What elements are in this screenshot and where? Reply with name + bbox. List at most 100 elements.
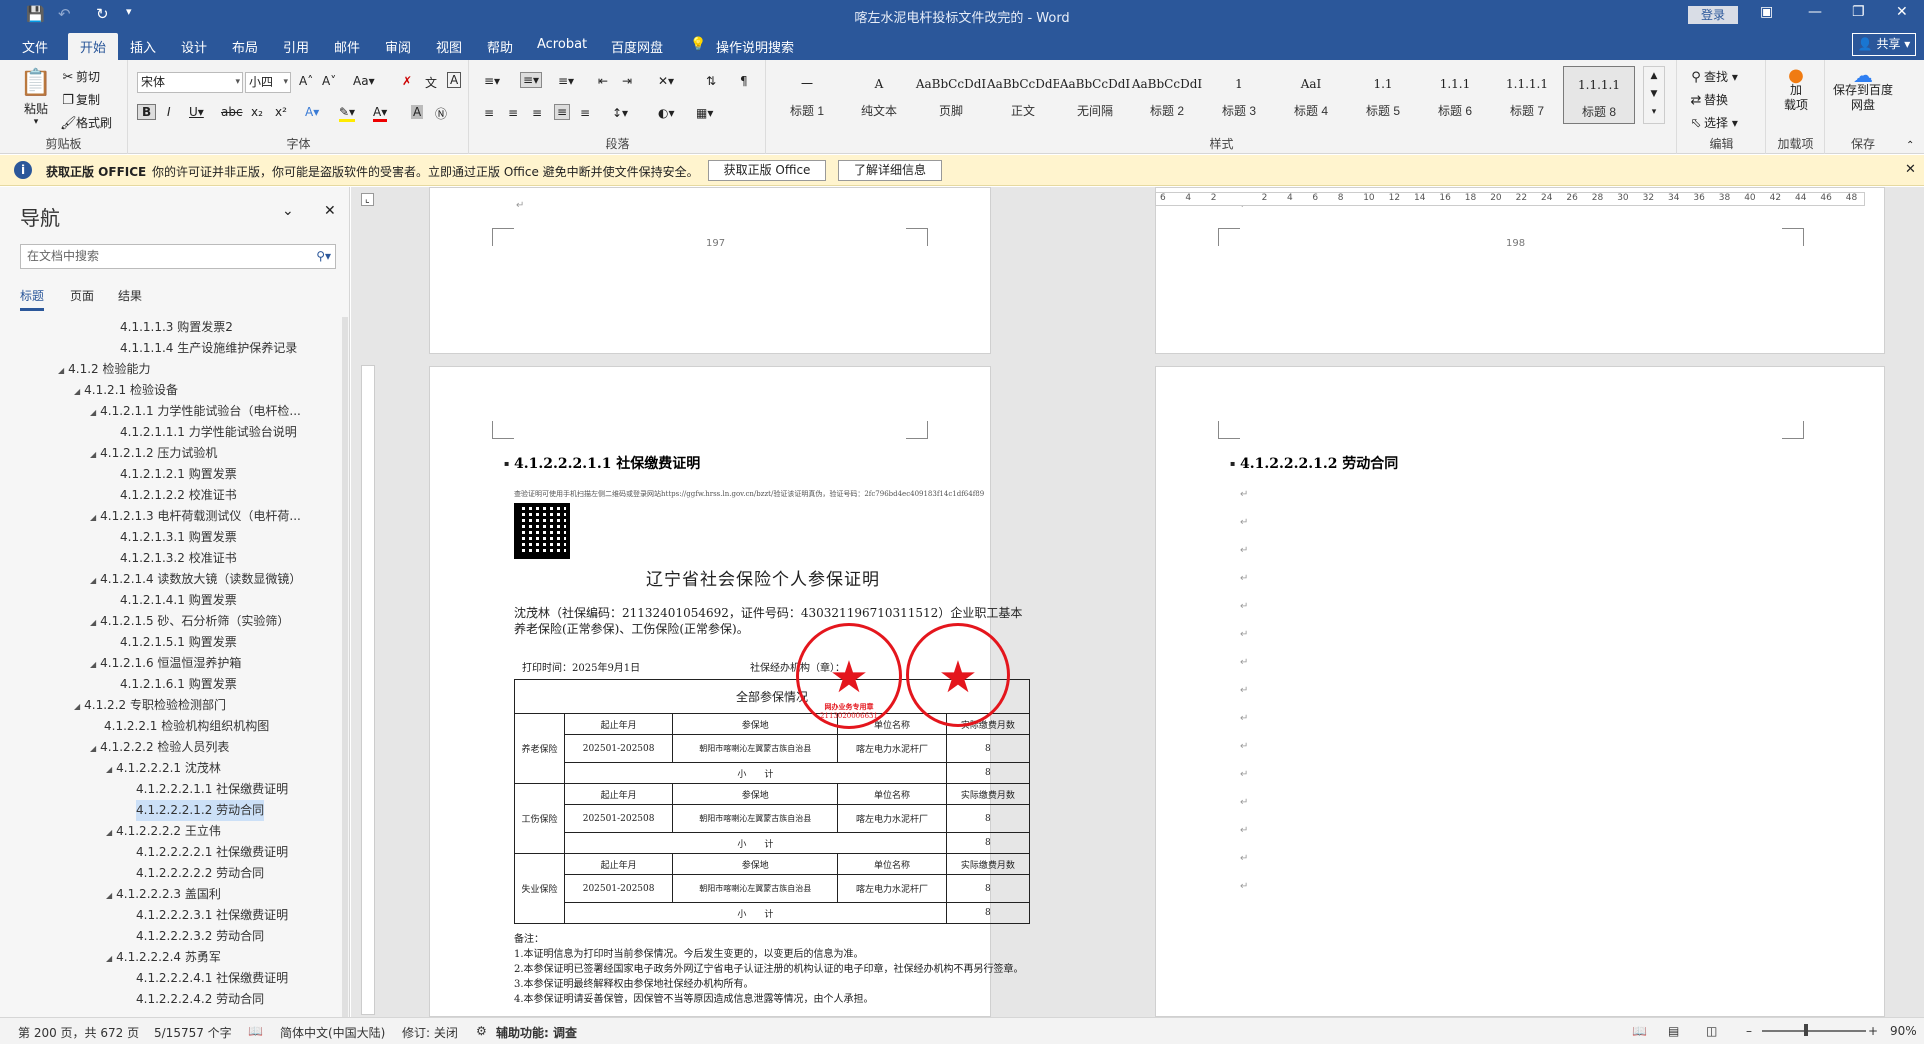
nav-heading-item[interactable]: ◢ 4.1.2.2.2.1 沈茂林 [106, 758, 221, 779]
borders-icon[interactable]: ▦▾ [696, 106, 713, 120]
print-layout-icon[interactable]: ▤ [1668, 1024, 1679, 1038]
tab-layout[interactable]: 布局 [232, 37, 258, 56]
word-count[interactable]: 5/15757 个字 [154, 1024, 232, 1041]
collapse-triangle-icon[interactable]: ◢ [90, 660, 96, 669]
nav-heading-item[interactable]: ◢ 4.1.2.2.2.4 苏勇军 [106, 947, 221, 968]
tab-references[interactable]: 引用 [283, 37, 309, 56]
select-button[interactable]: ⬁ 选择 ▾ [1688, 114, 1738, 132]
nav-heading-item[interactable]: 4.1.2.2.2.4.1 社保缴费证明 [136, 968, 288, 989]
style-item[interactable]: 1.1.1.1 标题 8 [1563, 66, 1635, 124]
learn-more-button[interactable]: 了解详细信息 [838, 160, 942, 181]
nav-heading-item[interactable]: ◢ 4.1.2.2.2.2 王立伟 [106, 821, 221, 842]
enclose-char-icon[interactable]: Ⓝ [435, 105, 447, 122]
ribbon-display-icon[interactable]: ▣ [1760, 4, 1773, 20]
distributed-icon[interactable]: ≡ [580, 106, 590, 120]
phonetic-guide-icon[interactable]: 文 [425, 74, 437, 91]
nav-heading-item[interactable]: ◢ 4.1.2.1.1 力学性能试验台（电杆检... [90, 401, 301, 422]
style-item[interactable]: AaI 标题 4 [1275, 66, 1347, 124]
collapse-triangle-icon[interactable]: ◢ [90, 618, 96, 627]
proofing-icon[interactable]: 📖 [248, 1024, 263, 1038]
text-effects-icon[interactable]: A▾ [305, 105, 319, 119]
tell-me-search[interactable]: 操作说明搜索 [716, 37, 794, 56]
vertical-scrollbar[interactable] [1894, 187, 1924, 1017]
zoom-level[interactable]: 90% [1890, 1024, 1917, 1038]
nav-heading-item[interactable]: ◢ 4.1.2.1.3 电杆荷载测试仪（电杆荷... [90, 506, 301, 527]
show-marks-icon[interactable]: ¶ [740, 74, 748, 88]
char-shading-icon[interactable]: A [411, 105, 424, 119]
style-item[interactable]: 1.1.1.1 标题 7 [1491, 66, 1563, 124]
web-layout-icon[interactable]: ◫ [1706, 1024, 1717, 1038]
collapse-ribbon-icon[interactable]: ⌃ [1906, 140, 1914, 151]
asian-layout-icon[interactable]: ✕▾ [658, 74, 674, 88]
tab-design[interactable]: 设计 [181, 37, 207, 56]
tab-selector[interactable]: ⌞ [361, 193, 374, 206]
nav-heading-item[interactable]: 4.1.2.1.5.1 购置发票 [120, 632, 237, 653]
nav-heading-item[interactable]: ◢ 4.1.2.1.6 恒温恒湿养护箱 [90, 653, 241, 674]
nav-heading-item[interactable]: 4.1.2.2.2.2.2 劳动合同 [136, 863, 264, 884]
search-icon[interactable]: ⚲▾ [316, 245, 331, 268]
font-color-icon[interactable]: A▾ [373, 105, 388, 122]
zoom-in-icon[interactable]: + [1868, 1024, 1878, 1038]
nav-heading-item[interactable]: 4.1.2.2.2.3.2 劳动合同 [136, 926, 264, 947]
cut-button[interactable]: ✂ 剪切 [60, 68, 100, 86]
restore-icon[interactable]: ❐ [1852, 4, 1865, 20]
align-left-icon[interactable]: ≡ [484, 106, 494, 120]
nav-tab-results[interactable]: 结果 [118, 287, 142, 304]
collapse-triangle-icon[interactable]: ◢ [106, 954, 112, 963]
decrease-indent-icon[interactable]: ⇤ [598, 74, 608, 88]
track-changes[interactable]: 修订: 关闭 [402, 1024, 458, 1041]
accessibility-icon[interactable]: ⚙ [476, 1024, 487, 1038]
grow-font-icon[interactable]: A˄ [299, 74, 313, 88]
sort-icon[interactable]: ⇅ [706, 74, 716, 88]
language[interactable]: 简体中文(中国大陆) [280, 1024, 385, 1041]
underline-icon[interactable]: U▾ [189, 105, 204, 119]
format-painter-button[interactable]: 🖌格式刷 [60, 114, 112, 132]
nav-heading-item[interactable]: 4.1.1.1.3 购置发票2 [120, 317, 233, 338]
nav-heading-item[interactable]: 4.1.2.2.2.1.2 劳动合同 [136, 800, 265, 821]
shrink-font-icon[interactable]: A˅ [322, 74, 336, 88]
collapse-triangle-icon[interactable]: ◢ [90, 744, 96, 753]
align-right-icon[interactable]: ≡ [532, 106, 542, 120]
nav-heading-item[interactable]: ◢ 4.1.2.1.5 砂、石分析筛（实验筛） [90, 611, 289, 632]
tab-insert[interactable]: 插入 [130, 37, 156, 56]
nav-heading-item[interactable]: 4.1.2.1.2.1 购置发票 [120, 464, 237, 485]
nav-heading-item[interactable]: 4.1.2.1.3.2 校准证书 [120, 548, 237, 569]
strikethrough-icon[interactable]: abc [221, 105, 243, 119]
bullets-icon[interactable]: ≡▾ [484, 74, 500, 88]
nav-heading-item[interactable]: 4.1.2.2.2.2.1 社保缴费证明 [136, 842, 288, 863]
subscript-icon[interactable]: x₂ [251, 105, 263, 119]
page-count[interactable]: 第 200 页，共 672 页 [18, 1024, 139, 1041]
nav-heading-item[interactable]: 4.1.1.1.4 生产设施维护保养记录 [120, 338, 297, 359]
nav-heading-item[interactable]: 4.1.2.2.2.3.1 社保缴费证明 [136, 905, 288, 926]
nav-tab-pages[interactable]: 页面 [70, 287, 94, 304]
nav-scrollbar[interactable] [342, 317, 348, 1017]
tab-file[interactable]: 文件 [22, 37, 48, 56]
close-nav-icon[interactable]: ✕ [324, 203, 336, 219]
font-name-combo[interactable]: 宋体 ▾ [137, 72, 243, 93]
nav-heading-item[interactable]: 4.1.2.2.2.1.1 社保缴费证明 [136, 779, 288, 800]
collapse-triangle-icon[interactable]: ◢ [90, 576, 96, 585]
close-infobar-icon[interactable]: ✕ [1905, 162, 1916, 177]
nav-heading-item[interactable]: ◢ 4.1.2.1 检验设备 [74, 380, 178, 401]
nav-heading-item[interactable]: 4.1.2.1.1.1 力学性能试验台说明 [120, 422, 297, 443]
highlight-icon[interactable]: ✎▾ [339, 105, 356, 122]
italic-icon[interactable]: I [167, 105, 171, 119]
style-item[interactable]: 1 标题 3 [1203, 66, 1275, 124]
shading-icon[interactable]: ◐▾ [658, 106, 675, 120]
clear-format-icon[interactable]: ✗ [402, 74, 412, 88]
superscript-icon[interactable]: x² [275, 105, 287, 119]
tab-baidu[interactable]: 百度网盘 [611, 37, 663, 56]
bold-icon[interactable]: B [137, 104, 157, 120]
collapse-triangle-icon[interactable]: ◢ [74, 702, 80, 711]
font-size-combo[interactable]: 小四 ▾ [245, 72, 291, 93]
style-item[interactable]: 一标题 1 [771, 66, 843, 124]
style-item[interactable]: AaBbCcDdEe 正文 [987, 66, 1059, 124]
zoom-thumb[interactable] [1804, 1024, 1808, 1036]
tab-mailings[interactable]: 邮件 [334, 37, 360, 56]
tab-help[interactable]: 帮助 [487, 37, 513, 56]
style-item[interactable]: AaBbCcDdI 无间隔 [1059, 66, 1131, 124]
addins-button[interactable]: ● 加 载项 [1777, 67, 1815, 113]
nav-heading-item[interactable]: ◢ 4.1.2.2.2 检验人员列表 [90, 737, 229, 758]
vertical-ruler[interactable] [361, 365, 375, 1015]
change-case-icon[interactable]: Aa▾ [353, 74, 375, 88]
